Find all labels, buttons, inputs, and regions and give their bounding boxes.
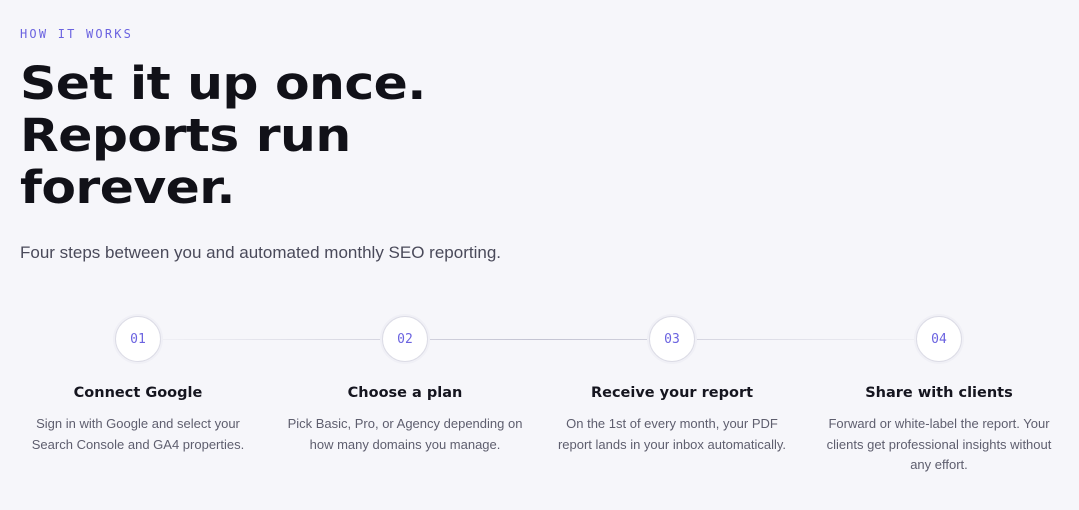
section-eyebrow: HOW IT WORKS bbox=[20, 27, 134, 41]
step-number-badge: 02 bbox=[382, 316, 428, 362]
step-connect-google: 01 Connect Google Sign in with Google an… bbox=[13, 316, 263, 455]
headline-line-1: Set it up once. bbox=[20, 57, 426, 110]
step-title: Choose a plan bbox=[347, 385, 463, 401]
step-title: Connect Google bbox=[73, 385, 203, 401]
headline-line-3: forever. bbox=[20, 161, 236, 214]
step-number-badge: 03 bbox=[649, 316, 695, 362]
step-description: Sign in with Google and select your Sear… bbox=[31, 416, 245, 452]
step-description: Forward or white-label the report. Your … bbox=[826, 416, 1052, 472]
step-number-badge: 04 bbox=[916, 316, 962, 362]
section-subtitle: Four steps between you and automated mon… bbox=[20, 243, 501, 262]
step-title: Receive your report bbox=[590, 385, 754, 401]
step-number-badge: 01 bbox=[115, 316, 161, 362]
step-receive-report: 03 Receive your report On the 1st of eve… bbox=[547, 316, 797, 455]
step-share-clients: 04 Share with clients Forward or white-l… bbox=[814, 316, 1064, 476]
step-description: On the 1st of every month, your PDF repo… bbox=[557, 416, 787, 452]
step-title: Share with clients bbox=[865, 385, 1013, 401]
steps-connector-line bbox=[162, 339, 914, 340]
step-description: Pick Basic, Pro, or Agency depending on … bbox=[287, 416, 523, 452]
headline-line-2: Reports run bbox=[20, 109, 351, 162]
step-choose-plan: 02 Choose a plan Pick Basic, Pro, or Age… bbox=[280, 316, 530, 455]
section-headline: Set it up once. Reports run forever. bbox=[20, 58, 714, 214]
